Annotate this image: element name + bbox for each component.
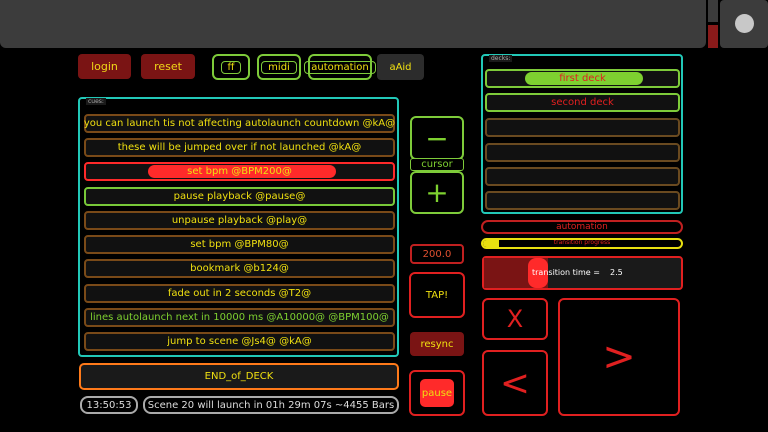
transition-progress-label: transition progress [553,239,611,246]
bpm-display: 200.0 [410,244,464,264]
automation-toggle[interactable]: automation [481,220,683,234]
transition-progress-bar: transition progress [481,238,683,249]
ff-button[interactable]: ff [212,54,250,80]
system-button[interactable] [720,0,768,48]
cue-item-2-selected[interactable]: set bpm @BPM200@ [84,162,395,181]
end-of-deck-button[interactable]: END_of_DECK [79,363,399,390]
reset-button[interactable]: reset [141,54,195,79]
system-indicator [708,0,718,48]
top-bar [0,0,706,48]
pause-button[interactable]: pause [420,379,454,407]
clock-display: 13:50:53 [80,396,138,414]
cursor-plus-button[interactable]: + [410,171,464,214]
cue-item-1[interactable]: these will be jumped over if not launche… [84,138,395,157]
cue-item-3[interactable]: pause playback @pause@ [84,187,395,206]
midi-button[interactable]: midi [257,54,301,80]
cursor-minus-button[interactable]: − [410,116,464,160]
cues-panel-label: cues: [86,98,106,105]
cue-item-8[interactable]: lines autolaunch next in 10000 ms @A1000… [84,308,395,327]
cue-item-9[interactable]: jump to scene @Js4@ @kA@ [84,332,395,351]
transition-time-slider[interactable]: transition time = 2.5 [482,256,683,290]
scene-countdown: Scene 20 will launch in 01h 29m 07s ~445… [143,396,399,414]
resync-button[interactable]: resync [410,332,464,356]
cue-item-6[interactable]: bookmark @b124@ [84,259,395,278]
deck-item-second[interactable]: second deck [485,93,680,112]
deck-item-empty[interactable] [485,118,680,137]
deck-item-first[interactable]: first deck [485,69,680,88]
circle-icon [735,14,754,33]
cursor-label: cursor [410,158,464,171]
next-button[interactable]: > [558,298,680,416]
deck-item-empty[interactable] [485,167,680,186]
automation-button[interactable]: automation [304,54,376,80]
decks-panel-label: decks: [489,55,513,62]
ff-label: ff [220,60,242,74]
transition-time-value: 2.5 [610,268,623,277]
previous-button[interactable]: < [482,350,548,416]
close-x-button[interactable]: X [482,298,548,340]
cue-item-0[interactable]: you can launch tis not affecting autolau… [84,114,395,133]
deck-item-empty[interactable] [485,191,680,210]
transition-time-label: transition time = [532,268,600,277]
cue-item-4[interactable]: unpause playback @play@ [84,211,395,230]
automation-label: automation [304,60,376,74]
midi-label: midi [261,60,297,74]
cue-item-7[interactable]: fade out in 2 seconds @T2@ [84,284,395,303]
tap-tempo-button[interactable]: TAP! [409,272,465,318]
login-button[interactable]: login [78,54,131,79]
deck-item-empty[interactable] [485,143,680,162]
aaid-button[interactable]: aAid [377,54,424,80]
cue-item-5[interactable]: set bpm @BPM80@ [84,235,395,254]
pause-button-frame[interactable]: pause [409,370,465,416]
